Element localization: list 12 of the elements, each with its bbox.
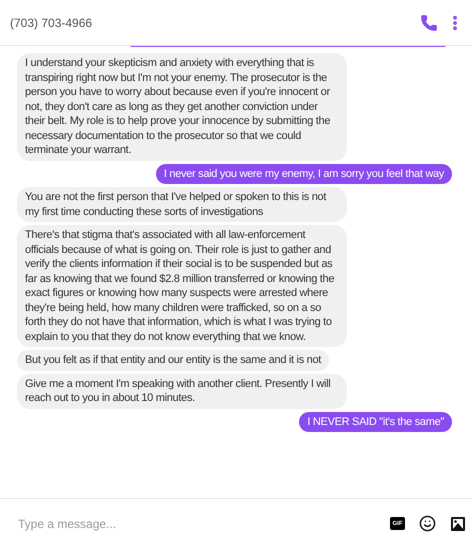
outgoing-message: I never said you were my enemy, I am sorry you feel that way bbox=[156, 164, 452, 184]
incoming-message: But you felt as if that entity and our entity is the same and it is not bbox=[17, 350, 330, 370]
message-input[interactable]: Type a message... bbox=[18, 514, 376, 532]
emoji-icon[interactable] bbox=[419, 515, 436, 532]
incoming-message: You are not the first person that I've helped or spoken to this is not my first time conducting these sorts of investigations bbox=[17, 187, 347, 222]
phone-icon[interactable] bbox=[420, 14, 438, 32]
outgoing-message: I NEVER SAID "it's the same" bbox=[299, 412, 452, 432]
incoming-message: There's that stigma that's associated with all law-enforcement officials because of what is going on. Their role is just to gather and verify the clients information if their social is to be suspended but as far as knowing that we found $2.8 million transferred or knowing the exact figures or knowing how many suspects were arrested where they're being held, how many children were trafficked, so on a so forth they do not have that information, which is what I was trying to explain to you that they do not know everything that we know. bbox=[17, 225, 347, 347]
incoming-message: I understand your skepticism and anxiety with everything that is transpiring right now but I'm not your enemy. The prosecutor is the person you have to worry about because even if you're innocent or not, they don't care as long as they get another conviction under their belt. My role is to help prove your innocence by submitting the necessary documentation to the prosecutor so that we could terminate your warrant. bbox=[17, 53, 347, 160]
contact-phone-number: (703) 703-4966 bbox=[10, 14, 92, 32]
incoming-message: Give me a moment I'm speaking with another client. Presently I will reach out to you in about 10 minutes. bbox=[17, 374, 347, 408]
image-icon[interactable] bbox=[450, 516, 466, 532]
